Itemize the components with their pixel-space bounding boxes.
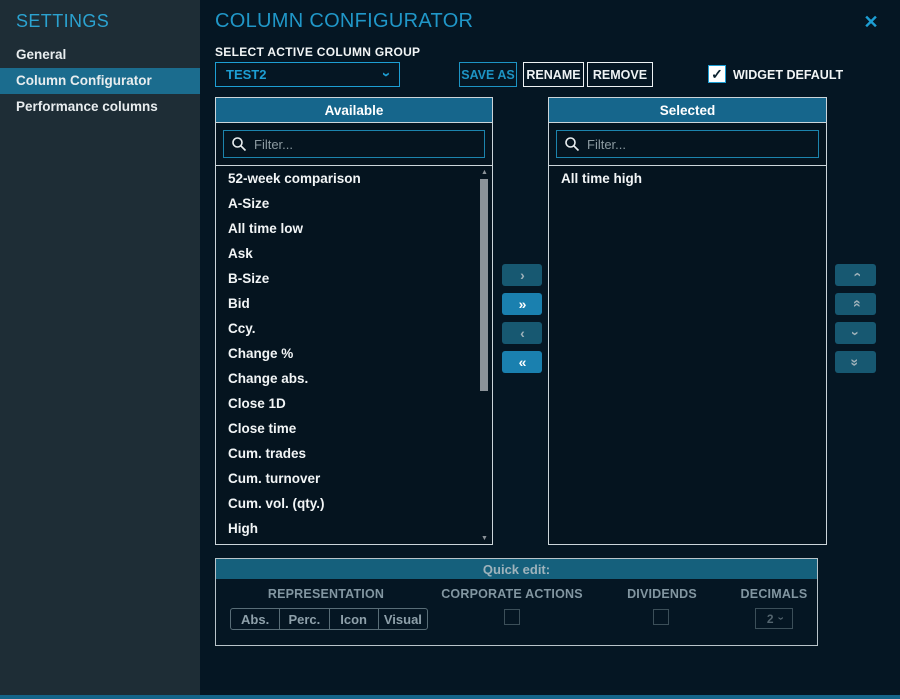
remove-button[interactable]: REMOVE — [587, 62, 653, 87]
sidebar: SETTINGS General Column Configurator Per… — [0, 0, 200, 699]
representation-option[interactable]: Icon — [330, 609, 379, 629]
sidebar-item-performance-columns[interactable]: Performance columns — [0, 94, 200, 120]
chevron-down-icon: › — [847, 331, 863, 335]
representation-option[interactable]: Visual — [379, 609, 427, 629]
move-top-button[interactable]: » — [835, 293, 876, 315]
selected-list-item[interactable]: All time high — [549, 166, 826, 191]
chevron-left-icon: ‹ — [520, 325, 524, 341]
available-list-item[interactable]: Close time — [216, 416, 492, 441]
quick-edit-panel: Quick edit: REPRESENTATION Abs.Perc.Icon… — [215, 558, 818, 646]
available-list-item[interactable]: Cum. turnover — [216, 466, 492, 491]
column-group-value: TEST2 — [226, 67, 266, 82]
available-list-item[interactable]: Ask — [216, 241, 492, 266]
available-scrollbar: ▲ ▼ — [478, 168, 491, 543]
available-list-item[interactable]: All time low — [216, 216, 492, 241]
selected-filter-wrap — [556, 130, 819, 158]
available-list-item[interactable]: B-Size — [216, 266, 492, 291]
settings-dialog: SETTINGS General Column Configurator Per… — [0, 0, 900, 699]
column-group-select[interactable]: TEST2 › — [215, 62, 400, 87]
close-icon[interactable]: ✕ — [858, 9, 884, 35]
available-list-item[interactable]: High — [216, 516, 492, 541]
move-all-right-button[interactable]: » — [502, 293, 542, 315]
dividends-label: DIVIDENDS — [627, 587, 697, 601]
available-filter-wrap — [223, 130, 485, 158]
representation-options: Abs.Perc.IconVisual — [230, 608, 428, 630]
sidebar-item-general[interactable]: General — [0, 42, 200, 68]
quick-edit-title: Quick edit: — [216, 559, 817, 579]
available-list-item[interactable]: Change abs. — [216, 366, 492, 391]
scrollbar-thumb[interactable] — [480, 179, 488, 391]
save-as-button[interactable]: SAVE AS — [459, 62, 517, 87]
selected-list: All time high — [549, 166, 826, 543]
available-list-item[interactable]: Cum. trades — [216, 441, 492, 466]
widget-default-checkbox[interactable]: ✓ — [708, 65, 726, 83]
scroll-up-icon[interactable]: ▲ — [478, 168, 491, 177]
chevron-double-down-icon: » — [847, 359, 863, 366]
available-list-item[interactable]: Change % — [216, 341, 492, 366]
selected-filter-row — [549, 123, 826, 166]
corporate-actions-label: CORPORATE ACTIONS — [441, 587, 583, 601]
selected-panel-header: Selected — [549, 98, 826, 123]
check-icon: ✓ — [711, 66, 723, 83]
chevron-up-icon: › — [847, 273, 863, 277]
move-up-button[interactable]: › — [835, 264, 876, 286]
available-list-item[interactable]: Cum. vol. (qty.) — [216, 491, 492, 516]
chevron-double-right-icon: » — [519, 296, 526, 312]
scroll-down-icon[interactable]: ▼ — [478, 534, 491, 543]
move-bottom-button[interactable]: » — [835, 351, 876, 373]
decimals-label: DECIMALS — [741, 587, 808, 601]
decimals-select[interactable]: 2 › — [755, 608, 793, 629]
decimals-value: 2 — [767, 612, 774, 626]
available-panel-header: Available — [216, 98, 492, 123]
rename-button[interactable]: RENAME — [523, 62, 584, 87]
available-list: 52-week comparisonA-SizeAll time lowAskB… — [216, 166, 492, 543]
chevron-double-left-icon: « — [519, 354, 526, 370]
search-icon — [564, 136, 580, 152]
quick-edit-body: REPRESENTATION Abs.Perc.IconVisual CORPO… — [216, 579, 817, 645]
sidebar-items: General Column Configurator Performance … — [0, 42, 200, 120]
available-filter-row — [216, 123, 492, 166]
representation-option[interactable]: Perc. — [280, 609, 329, 629]
sidebar-title: SETTINGS — [16, 11, 109, 32]
active-column-group-label: SELECT ACTIVE COLUMN GROUP — [215, 45, 420, 59]
window-bottom-accent — [0, 695, 900, 699]
available-list-item[interactable]: Close 1D — [216, 391, 492, 416]
widget-default-label: WIDGET DEFAULT — [733, 68, 843, 82]
corporate-actions-checkbox[interactable] — [504, 609, 520, 625]
sidebar-item-column-configurator[interactable]: Column Configurator — [0, 68, 200, 94]
search-icon — [231, 136, 247, 152]
representation-label: REPRESENTATION — [268, 587, 384, 601]
move-down-button[interactable]: › — [835, 322, 876, 344]
available-list-item[interactable]: Bid — [216, 291, 492, 316]
chevron-right-icon: › — [520, 267, 524, 283]
available-list-item[interactable]: A-Size — [216, 191, 492, 216]
selected-filter-input[interactable] — [557, 131, 818, 157]
chevron-down-icon: › — [379, 72, 394, 77]
available-list-item[interactable]: Ccy. — [216, 316, 492, 341]
chevron-down-icon: › — [774, 617, 785, 621]
move-left-button[interactable]: ‹ — [502, 322, 542, 344]
dividends-checkbox[interactable] — [653, 609, 669, 625]
representation-option[interactable]: Abs. — [231, 609, 280, 629]
available-filter-input[interactable] — [224, 131, 484, 157]
move-all-left-button[interactable]: « — [502, 351, 542, 373]
page-title: COLUMN CONFIGURATOR — [215, 10, 473, 33]
available-panel: Available 52-week comparisonA-SizeAll ti… — [215, 97, 493, 545]
move-right-button[interactable]: › — [502, 264, 542, 286]
chevron-double-up-icon: » — [847, 301, 863, 308]
available-list-item[interactable]: 52-week comparison — [216, 166, 492, 191]
selected-panel: Selected All time high — [548, 97, 827, 545]
